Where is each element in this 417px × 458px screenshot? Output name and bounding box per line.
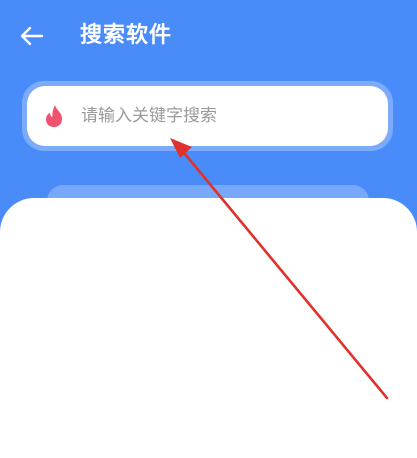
search-input[interactable]: 请输入关键字搜索 [27, 86, 388, 146]
content-panel [0, 198, 417, 458]
top-bar: 搜索软件 [0, 0, 417, 72]
page-title: 搜索软件 [80, 23, 173, 48]
back-button[interactable] [18, 22, 48, 52]
search-placeholder: 请输入关键字搜索 [81, 106, 217, 126]
flame-icon [46, 105, 62, 127]
arrow-left-icon [20, 26, 44, 46]
